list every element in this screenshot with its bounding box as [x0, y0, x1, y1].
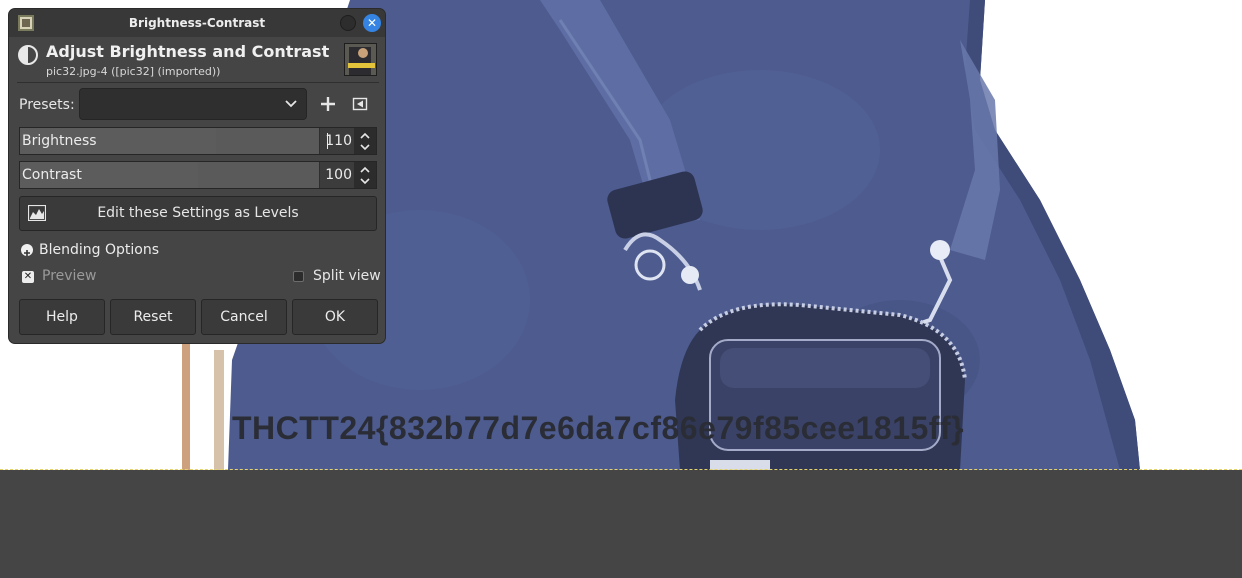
blending-options-label: Blending Options	[39, 242, 159, 258]
chevron-up-icon[interactable]	[359, 131, 371, 140]
preview-checkbox[interactable]: ✕	[22, 271, 34, 283]
edit-as-levels-button[interactable]: Edit these Settings as Levels	[19, 196, 377, 231]
menu-triangle-icon[interactable]	[352, 96, 368, 112]
dialog-header-subtitle: pic32.jpg-4 ([pic32] (imported))	[46, 65, 221, 78]
brightness-value[interactable]: 110	[325, 133, 352, 149]
brightness-contrast-dialog: Brightness-Contrast ✕ Adjust Brightness …	[8, 8, 386, 344]
chevron-down-icon[interactable]	[359, 143, 371, 152]
titlebar[interactable]: Brightness-Contrast ✕	[9, 9, 385, 37]
expander-icon	[21, 244, 33, 256]
help-button[interactable]: Help	[19, 299, 105, 335]
window-title: Brightness-Contrast	[128, 16, 266, 30]
contrast-slider[interactable]: Contrast 100	[19, 161, 377, 189]
image-thumbnail	[344, 43, 377, 76]
header-separator	[17, 82, 379, 83]
plus-icon[interactable]	[318, 94, 338, 114]
chevron-up-icon[interactable]	[359, 165, 371, 174]
brightness-slider[interactable]: Brightness 110	[19, 127, 377, 155]
brightness-stepper[interactable]	[354, 128, 376, 154]
canvas-padding	[0, 470, 1242, 578]
minimize-button[interactable]	[340, 15, 356, 31]
watermark-text: THCTT24{832b77d7e6da7cf86e79f85cee1815ff…	[232, 410, 965, 446]
contrast-stepper[interactable]	[354, 162, 376, 188]
chevron-down-icon[interactable]	[359, 177, 371, 186]
presets-label: Presets:	[19, 97, 75, 113]
blending-options-expander[interactable]: Blending Options	[21, 242, 221, 260]
ok-button[interactable]: OK	[292, 299, 378, 335]
presets-dropdown[interactable]	[79, 88, 307, 120]
dialog-header-title: Adjust Brightness and Contrast	[46, 42, 330, 61]
split-view-checkbox[interactable]	[293, 271, 304, 282]
contrast-label: Contrast	[22, 167, 82, 183]
preview-label: Preview	[42, 268, 97, 284]
split-view-label: Split view	[313, 268, 381, 284]
brightness-contrast-icon	[18, 45, 38, 65]
cancel-button[interactable]: Cancel	[201, 299, 287, 335]
chevron-down-icon	[285, 100, 297, 108]
close-icon: ✕	[366, 16, 378, 30]
brightness-label: Brightness	[22, 133, 97, 149]
reset-button[interactable]: Reset	[110, 299, 196, 335]
close-button[interactable]: ✕	[363, 14, 381, 32]
edit-as-levels-label: Edit these Settings as Levels	[97, 205, 299, 221]
contrast-value[interactable]: 100	[325, 167, 352, 183]
